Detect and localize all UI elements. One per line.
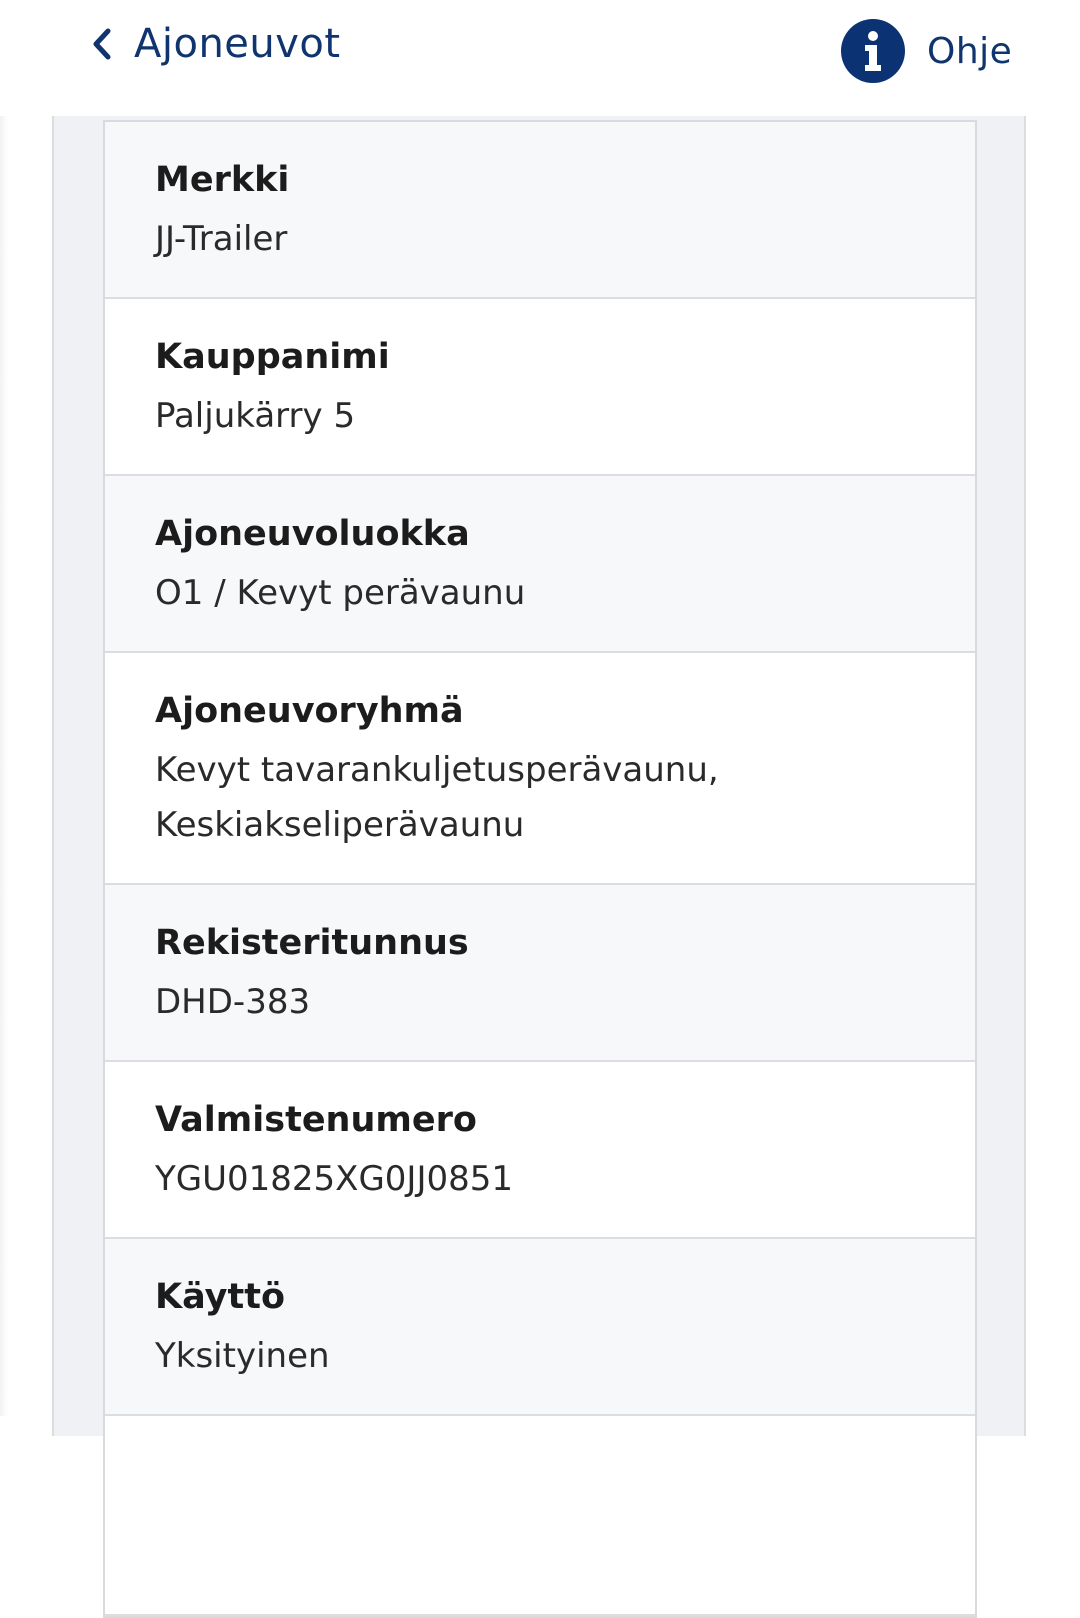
detail-row-ajoneuvoryhma: Ajoneuvoryhmä Kevyt tavarankuljetusperäv… xyxy=(105,653,975,885)
detail-value: JJ-Trailer xyxy=(155,219,288,259)
detail-value: Paljukärry 5 xyxy=(155,396,356,436)
detail-label: Kauppanimi xyxy=(155,337,390,377)
help-button[interactable]: Ohje xyxy=(841,19,1012,83)
detail-label: Merkki xyxy=(155,160,290,200)
detail-value: Kevyt tavarankuljetusperävaunu, Keskiaks… xyxy=(155,750,719,845)
help-button-label: Ohje xyxy=(927,30,1013,72)
detail-label: Käyttö xyxy=(155,1277,285,1317)
detail-row-kauppanimi: Kauppanimi Paljukärry 5 xyxy=(105,299,975,476)
detail-row-ajoneuvoluokka: Ajoneuvoluokka O1 / Kevyt perävaunu xyxy=(105,476,975,653)
detail-row-next xyxy=(105,1416,975,1616)
back-button-label: Ajoneuvot xyxy=(134,21,341,67)
detail-row-merkki: Merkki JJ-Trailer xyxy=(105,122,975,299)
detail-label: Valmistenumero xyxy=(155,1100,477,1140)
detail-label: Ajoneuvoryhmä xyxy=(155,691,464,731)
detail-label: Ajoneuvoluokka xyxy=(155,514,470,554)
detail-value: O1 / Kevyt perävaunu xyxy=(155,573,526,613)
detail-label: Rekisteritunnus xyxy=(155,923,469,963)
back-button[interactable]: Ajoneuvot xyxy=(88,14,341,74)
chevron-left-icon xyxy=(88,24,118,64)
top-bar: Ajoneuvot Ohje xyxy=(0,0,1080,116)
detail-row-rekisteritunnus: Rekisteritunnus DHD-383 xyxy=(105,885,975,1062)
vehicle-details-list: Merkki JJ-Trailer Kauppanimi Paljukärry … xyxy=(103,120,977,1618)
info-icon xyxy=(841,19,905,83)
detail-value: DHD-383 xyxy=(155,982,311,1022)
detail-value: YGU01825XG0JJ0851 xyxy=(155,1159,514,1199)
left-page-edge xyxy=(0,116,8,1416)
detail-value: Yksityinen xyxy=(155,1336,330,1376)
detail-row-valmistenumero: Valmistenumero YGU01825XG0JJ0851 xyxy=(105,1062,975,1239)
detail-row-kaytto: Käyttö Yksityinen xyxy=(105,1239,975,1416)
